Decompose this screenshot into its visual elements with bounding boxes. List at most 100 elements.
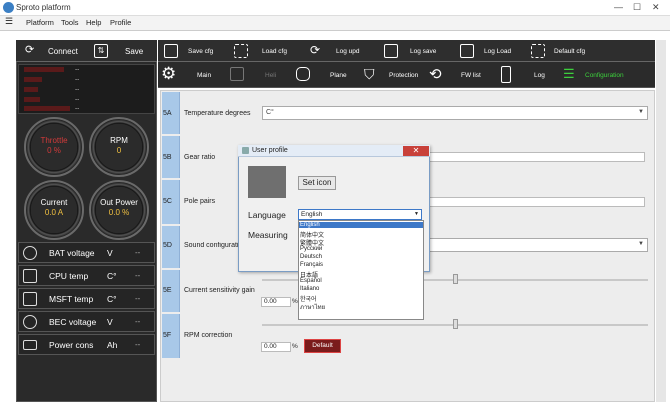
avatar bbox=[248, 166, 286, 198]
cpu-temp-label: CPU temp bbox=[49, 271, 89, 281]
cpu-temp-value: -- bbox=[135, 271, 141, 280]
log-load-button[interactable]: Log Load bbox=[484, 48, 511, 55]
gear-ratio-input[interactable] bbox=[428, 152, 645, 162]
bat-voltage-row: BAT voltage V -- bbox=[18, 242, 155, 263]
window-title: Sproto platform bbox=[16, 3, 71, 12]
battery-icon bbox=[23, 340, 37, 350]
log-upd-button[interactable]: Log upd bbox=[336, 48, 360, 55]
language-value: English bbox=[301, 211, 323, 218]
log-update-icon[interactable]: ⟳ bbox=[310, 43, 320, 57]
section-id: 5B bbox=[163, 154, 172, 161]
status-label-3 bbox=[24, 87, 38, 92]
language-option[interactable]: Italiano bbox=[300, 286, 319, 292]
chevron-down-icon: ▼ bbox=[638, 241, 644, 247]
log-save-button[interactable]: Log save bbox=[410, 48, 436, 55]
power-cons-unit: Ah bbox=[107, 340, 118, 350]
tab-fw-list[interactable]: FW list bbox=[461, 72, 481, 79]
status-label-1 bbox=[24, 67, 64, 72]
save-icon[interactable]: ⇅ bbox=[94, 44, 108, 58]
log-load-icon[interactable] bbox=[460, 44, 474, 58]
language-label: Language bbox=[248, 210, 286, 220]
chevron-down-icon: ▼ bbox=[414, 211, 419, 217]
status-value-2: -- bbox=[75, 76, 80, 83]
heli-icon[interactable] bbox=[230, 67, 244, 81]
language-option[interactable]: ภาษาไทย bbox=[300, 302, 325, 312]
sliders-icon[interactable]: ☰ bbox=[563, 66, 575, 82]
save-button[interactable]: Save bbox=[125, 47, 143, 56]
refresh-icon[interactable]: ⟳ bbox=[25, 43, 34, 56]
save-cfg-icon[interactable] bbox=[164, 44, 178, 58]
status-value-5: -- bbox=[75, 105, 80, 112]
slider-handle[interactable] bbox=[453, 319, 458, 329]
language-select[interactable]: English ▼ bbox=[298, 209, 422, 220]
gear-ratio-label: Gear ratio bbox=[184, 154, 216, 161]
bec-voltage-unit: V bbox=[107, 317, 113, 327]
section-id: 5A bbox=[163, 110, 172, 117]
gear-icon[interactable]: ⚙ bbox=[161, 64, 176, 84]
language-option[interactable]: Deutsch bbox=[300, 254, 322, 260]
app-icon bbox=[3, 2, 14, 13]
bec-voltage-label: BEC voltage bbox=[49, 317, 97, 327]
status-label-5 bbox=[24, 106, 70, 111]
menu-help[interactable]: Help bbox=[86, 18, 101, 27]
tab-heli[interactable]: Heli bbox=[265, 72, 276, 79]
load-cfg-icon[interactable] bbox=[234, 44, 248, 58]
clipboard-icon[interactable] bbox=[501, 66, 511, 83]
save-cfg-button[interactable]: Save cfg bbox=[188, 48, 213, 55]
tab-plane[interactable]: Plane bbox=[330, 72, 347, 79]
connection-bar: ⟳ Connect ⇅ Save bbox=[16, 40, 157, 62]
default-cfg-button[interactable]: Default cfg bbox=[554, 48, 585, 55]
title-bar: Sproto platform — ☐ ✕ bbox=[0, 0, 670, 16]
view-tabs: ⚙ Main Heli Plane ⛉ Protection ⟲ FW list… bbox=[158, 62, 655, 88]
tab-configuration[interactable]: Configuration bbox=[585, 72, 624, 79]
scrollbar[interactable] bbox=[656, 40, 666, 402]
dialog-title-bar: User profile bbox=[238, 145, 430, 157]
minimize-button[interactable]: — bbox=[614, 2, 623, 12]
bat-voltage-unit: V bbox=[107, 248, 113, 258]
slider-handle[interactable] bbox=[453, 274, 458, 284]
cpu-temp-unit: C° bbox=[107, 271, 117, 281]
dialog-icon bbox=[242, 147, 249, 154]
dialog-close-button[interactable]: ✕ bbox=[403, 146, 429, 156]
bat-voltage-label: BAT voltage bbox=[49, 248, 95, 258]
status-value-3: -- bbox=[75, 86, 80, 93]
default-cfg-icon[interactable] bbox=[531, 44, 545, 58]
menu-tools[interactable]: Tools bbox=[61, 18, 79, 27]
connect-button[interactable]: Connect bbox=[48, 47, 78, 56]
tab-main[interactable]: Main bbox=[197, 72, 211, 79]
language-option[interactable]: English bbox=[299, 222, 423, 228]
load-cfg-button[interactable]: Load cfg bbox=[262, 48, 287, 55]
language-option[interactable]: Русский bbox=[300, 246, 322, 252]
dialog-title: User profile bbox=[252, 147, 288, 154]
rpm-correction-input[interactable]: 0.00 bbox=[261, 342, 291, 352]
hamburger-icon[interactable]: ☰ bbox=[5, 16, 13, 27]
tab-protection[interactable]: Protection bbox=[389, 72, 418, 79]
firmware-icon[interactable]: ⟲ bbox=[429, 65, 442, 83]
power-cons-label: Power cons bbox=[49, 340, 94, 350]
plane-icon[interactable] bbox=[296, 67, 310, 81]
menu-platform[interactable]: Platform bbox=[26, 18, 54, 27]
log-save-icon[interactable] bbox=[384, 44, 398, 58]
menu-profile[interactable]: Profile bbox=[110, 18, 131, 27]
set-icon-button[interactable]: Set icon bbox=[298, 176, 336, 190]
default-button[interactable]: Default bbox=[304, 339, 341, 353]
cpu-temp-row: CPU temp C° -- bbox=[18, 265, 155, 286]
throttle-label: Throttle bbox=[40, 136, 68, 145]
pole-pairs-label: Pole pairs bbox=[184, 198, 216, 205]
status-value-1: -- bbox=[75, 66, 80, 73]
tab-log[interactable]: Log bbox=[534, 72, 545, 79]
sound-select[interactable]: ▼ bbox=[428, 238, 648, 252]
pole-pairs-input[interactable] bbox=[428, 197, 645, 207]
close-button[interactable]: ✕ bbox=[652, 2, 660, 13]
language-option[interactable]: Français bbox=[300, 262, 323, 268]
rpm-correction-label: RPM correction bbox=[184, 332, 233, 339]
out-power-value: 0.0 % bbox=[108, 208, 130, 217]
temperature-select[interactable]: C° ▼ bbox=[262, 106, 648, 120]
sound-configuration-label: Sound configuration bbox=[184, 242, 238, 249]
maximize-button[interactable]: ☐ bbox=[633, 2, 641, 13]
section-id: 5C bbox=[163, 198, 172, 205]
current-sensitivity-input[interactable]: 0.00 bbox=[261, 297, 291, 307]
language-option[interactable]: Español bbox=[300, 278, 322, 284]
shield-icon[interactable]: ⛉ bbox=[364, 66, 375, 83]
temperature-degrees-label: Temperature degrees bbox=[184, 110, 251, 117]
